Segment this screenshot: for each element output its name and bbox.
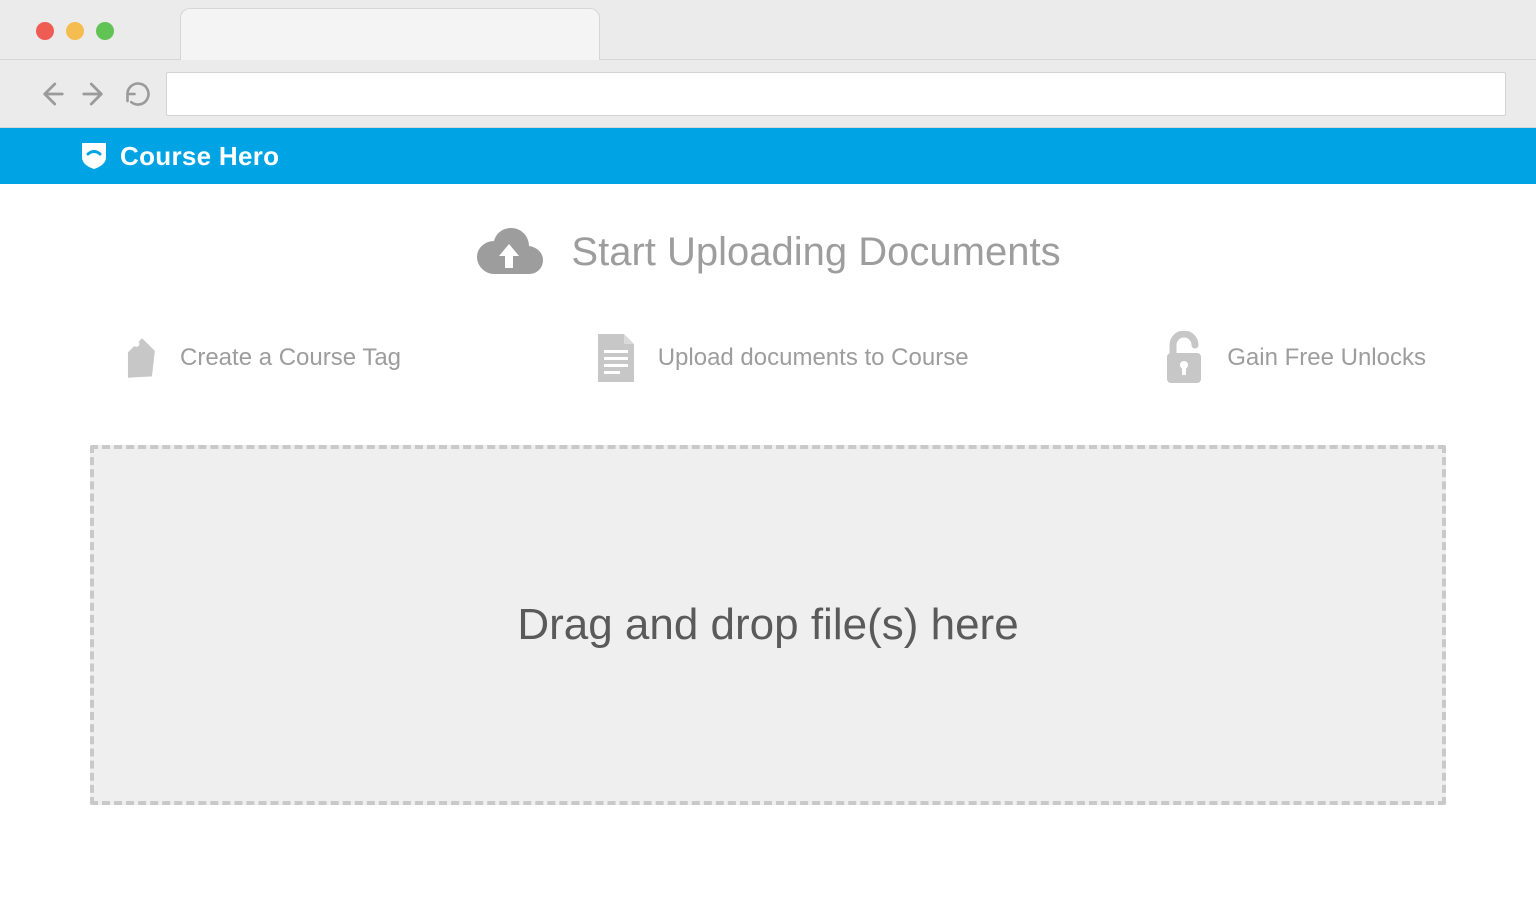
browser-toolbar: [0, 60, 1536, 128]
site-header: Course Hero: [0, 128, 1536, 184]
reload-button[interactable]: [124, 80, 152, 108]
back-button[interactable]: [36, 79, 66, 109]
step-create-tag: Create a Course Tag: [110, 333, 401, 383]
page-content: Start Uploading Documents Create a Cours…: [0, 184, 1536, 916]
coursehero-logo-icon: [80, 143, 108, 169]
dropzone-text: Drag and drop file(s) here: [517, 600, 1018, 650]
steps-row: Create a Course Tag Upload documents to …: [90, 331, 1446, 385]
hero: Start Uploading Documents: [90, 224, 1446, 281]
step-gain-unlocks: Gain Free Unlocks: [1161, 331, 1426, 385]
document-icon: [594, 332, 638, 384]
step-label: Upload documents to Course: [658, 344, 969, 372]
maximize-window-button[interactable]: [96, 22, 114, 40]
hero-title: Start Uploading Documents: [571, 230, 1060, 275]
tag-icon: [110, 333, 160, 383]
browser-tab[interactable]: [180, 8, 600, 60]
window-controls: [36, 22, 114, 40]
site-name: Course Hero: [120, 141, 279, 172]
minimize-window-button[interactable]: [66, 22, 84, 40]
step-upload-docs: Upload documents to Course: [594, 332, 969, 384]
url-input[interactable]: [166, 72, 1506, 116]
unlock-icon: [1161, 331, 1207, 385]
close-window-button[interactable]: [36, 22, 54, 40]
cloud-upload-icon: [475, 224, 543, 281]
step-label: Gain Free Unlocks: [1227, 344, 1426, 372]
step-label: Create a Course Tag: [180, 344, 401, 372]
browser-titlebar: [0, 0, 1536, 60]
file-dropzone[interactable]: Drag and drop file(s) here: [90, 445, 1446, 805]
forward-button[interactable]: [80, 79, 110, 109]
